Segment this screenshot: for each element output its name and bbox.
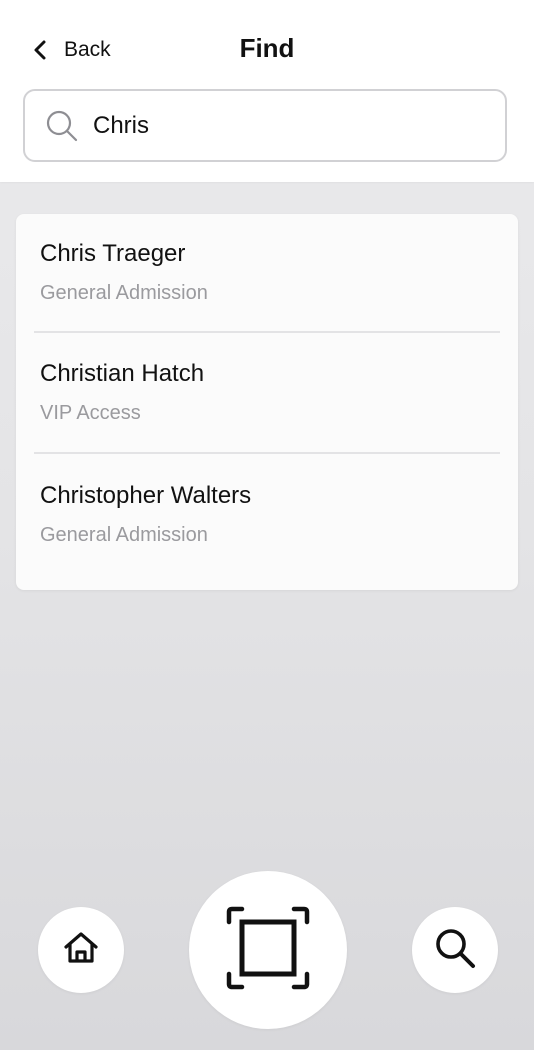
list-item[interactable]: Christopher Walters General Admission [16,456,518,576]
attendee-name: Christopher Walters [40,482,252,509]
chevron-left-icon [30,39,52,61]
divider [34,331,500,333]
back-label: Back [64,38,111,61]
attendee-name: Chris Traeger [40,240,186,267]
results-list: Chris Traeger General Admission Christia… [16,214,518,590]
ticket-type: VIP Access [40,402,141,424]
attendee-name: Christian Hatch [40,360,205,387]
scan-button[interactable] [189,871,347,1029]
list-item[interactable]: Christian Hatch VIP Access [16,334,518,454]
search-box[interactable] [23,89,507,162]
search-icon [433,926,477,975]
home-button[interactable] [38,907,124,993]
list-item[interactable]: Chris Traeger General Admission [16,214,518,334]
divider [34,452,500,454]
back-button[interactable]: Back [30,30,111,70]
ticket-type: General Admission [40,282,208,304]
top-bar: Back Find [0,0,534,182]
search-icon [45,109,79,143]
search-input[interactable] [93,111,473,140]
home-icon [61,928,101,973]
scan-icon [226,906,310,995]
ticket-type: General Admission [40,524,208,546]
search-nav-button[interactable] [412,907,498,993]
